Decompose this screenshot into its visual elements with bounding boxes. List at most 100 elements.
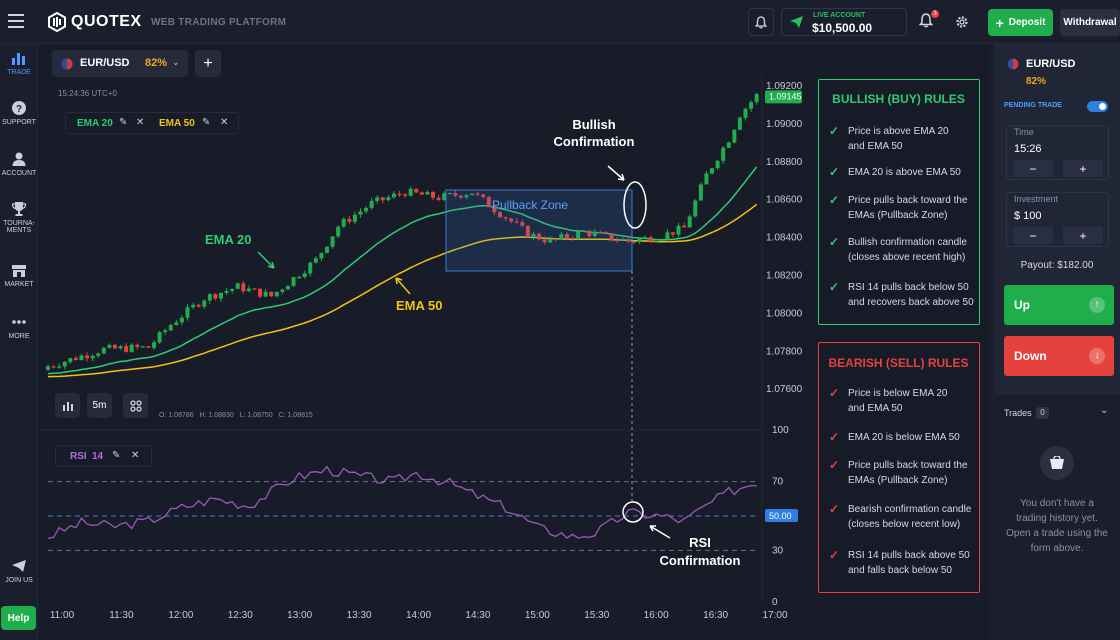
empty-text-line2: trading history yet. <box>1016 513 1098 524</box>
edit-rsi-icon[interactable]: ✎ <box>112 450 120 461</box>
join-us-label: JOIN US <box>5 577 33 584</box>
candle-body <box>202 300 207 307</box>
sidebar-item-tournaments[interactable]: TOURNA- MENTS <box>0 201 38 234</box>
timeframe-label: 5m <box>92 400 107 411</box>
candle-body <box>665 232 670 240</box>
candle-body <box>140 346 145 348</box>
candle-body <box>297 277 302 279</box>
candle-body <box>218 292 223 299</box>
rule-text: RSI 14 pulls back above 50 <box>848 550 970 561</box>
bearish-rule-5: ✓ RSI 14 pulls back above 50 and falls bac… <box>827 548 977 578</box>
sidebar-item-account[interactable]: ACCOUNT <box>0 151 38 177</box>
candle-body <box>252 288 257 290</box>
alerts-button[interactable] <box>748 8 774 36</box>
rule-text: EMA 20 is above EMA 50 <box>848 167 961 178</box>
rule-text-line2: and EMA 50 <box>848 141 903 152</box>
investment-decrease-button[interactable]: − <box>1013 227 1053 244</box>
price-chart[interactable]: 1.09200 1.09000 1.08800 1.08600 1.08400 1.082… <box>38 44 806 640</box>
pending-trade-toggle[interactable] <box>1087 101 1108 112</box>
check-icon: ✓ <box>829 458 840 472</box>
settings-icon[interactable] <box>955 15 969 29</box>
help-button[interactable]: Help <box>1 606 36 630</box>
app-logo: QUOTEX <box>71 13 142 30</box>
deposit-button[interactable]: + Deposit <box>988 9 1053 36</box>
candle-body <box>637 238 642 242</box>
rule-text: RSI 14 pulls back below 50 <box>848 282 969 293</box>
down-button[interactable]: Down ↓ <box>1004 336 1114 376</box>
empty-trades-text: You don't have a trading history yet. Op… <box>999 496 1115 556</box>
top-bar: QUOTEX WEB TRADING PLATFORM LIVE ACCOUNT… <box>0 0 1120 44</box>
candle-body <box>319 252 324 259</box>
remove-rsi-icon[interactable]: ✕ <box>131 450 139 461</box>
candle-body <box>749 102 754 109</box>
price-tick-label: 1.08400 <box>766 233 803 244</box>
rsi-legend-label: RSI <box>70 451 87 462</box>
ema20-annotation: EMA 20 <box>205 232 251 247</box>
investment-field[interactable]: Investment $ 100 − + <box>1006 192 1109 247</box>
bearish-rules-title: BEARISH (SELL) RULES <box>828 356 969 370</box>
candle-body <box>96 353 101 356</box>
candle-body <box>101 347 106 354</box>
up-button[interactable]: Up ↑ <box>1004 285 1114 325</box>
rule-text-line2: EMAs (Pullback Zone) <box>848 475 948 486</box>
withdrawal-button[interactable]: Withdrawal <box>1060 9 1120 36</box>
withdrawal-label: Withdrawal <box>1063 17 1117 28</box>
candle-body <box>436 197 441 201</box>
sidebar-item-market[interactable]: MARKET <box>0 262 38 288</box>
rsi-tick-label: 70 <box>772 477 784 488</box>
menu-icon[interactable] <box>8 14 24 28</box>
sidebar-item-support[interactable]: ? SUPPORT <box>0 100 38 126</box>
flag-eu-us-icon <box>1007 58 1019 70</box>
candle-body <box>732 129 737 143</box>
time-decrease-button[interactable]: − <box>1013 160 1053 177</box>
candle-body <box>715 160 720 169</box>
sidebar-item-label: SUPPORT <box>2 119 36 126</box>
candle-body <box>73 358 78 361</box>
pullback-zone-label: Pullback Zone <box>492 198 568 212</box>
candle-body <box>157 332 162 343</box>
time-field[interactable]: Time 15:26 − + <box>1006 125 1109 180</box>
time-tick-label: 13:30 <box>347 610 372 621</box>
join-us-link[interactable]: JOIN US <box>0 558 38 584</box>
rule-text-line2: (closes above recent high) <box>848 252 966 263</box>
account-type: LIVE ACCOUNT <box>813 12 866 19</box>
candle-body <box>347 218 352 222</box>
sidebar-item-trade[interactable]: TRADE <box>0 50 38 76</box>
candle-body <box>710 168 715 174</box>
rule-text: Price pulls back toward the <box>848 460 968 471</box>
pending-trade-label: PENDING TRADE <box>1004 102 1062 109</box>
chevron-down-icon: ⌄ <box>1100 405 1109 416</box>
time-tick-label: 17:00 <box>762 610 787 621</box>
trade-asset-name: EUR/USD <box>1026 58 1076 70</box>
chart-type-button[interactable] <box>55 393 80 418</box>
timeframe-button[interactable]: 5m <box>87 393 112 418</box>
investment-increase-button[interactable]: + <box>1063 227 1103 244</box>
notification-badge: 3 <box>931 10 939 18</box>
candle-body <box>163 330 168 333</box>
candle-body <box>302 273 307 278</box>
candle-body <box>676 225 681 235</box>
drawing-tools-button[interactable] <box>123 393 148 418</box>
rsi-legend: RSI 14 ✎ ✕ <box>55 445 152 467</box>
svg-text:?: ? <box>16 104 22 115</box>
time-tick-label: 15:30 <box>584 610 609 621</box>
candle-body <box>643 237 648 239</box>
question-icon: ? <box>12 101 26 115</box>
candle-body <box>269 291 274 297</box>
rule-text: EMA 20 is below EMA 50 <box>848 432 960 443</box>
trades-header[interactable]: Trades 0 ⌄ <box>994 395 1120 429</box>
price-tick-label: 1.07600 <box>766 384 803 395</box>
price-tick-label: 1.08000 <box>766 308 803 319</box>
rsi-arrow <box>649 525 671 539</box>
candle-body <box>687 216 692 228</box>
ema50-line <box>47 203 758 378</box>
sidebar-item-more[interactable]: MORE <box>0 314 38 340</box>
investment-label: Investment <box>1014 194 1059 204</box>
account-selector[interactable]: LIVE ACCOUNT $10,500.00 <box>781 8 907 36</box>
notifications-button[interactable]: 3 <box>918 10 939 31</box>
candle-body <box>274 291 279 297</box>
plus-label: + <box>1079 161 1087 176</box>
candle-body <box>246 288 251 292</box>
trades-section: Trades 0 ⌄ You don't have a trading hist… <box>994 395 1120 640</box>
time-increase-button[interactable]: + <box>1063 160 1103 177</box>
